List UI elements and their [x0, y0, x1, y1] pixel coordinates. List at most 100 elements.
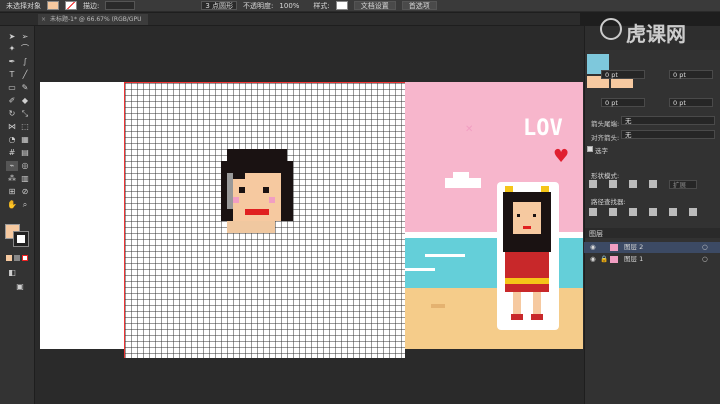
rotate-icon[interactable]: ↻: [6, 109, 18, 119]
style-swatch[interactable]: [335, 1, 348, 10]
arrowhead-dropdown[interactable]: 无: [621, 116, 715, 125]
hair: [221, 161, 293, 173]
screen-mode-icon[interactable]: ▣: [14, 282, 26, 292]
dash-field-3[interactable]: 0 pt: [601, 98, 645, 107]
opacity-value[interactable]: 100%: [279, 2, 299, 10]
select-label: 选字: [595, 147, 608, 155]
trim-icon[interactable]: [609, 208, 617, 216]
preferences-button[interactable]: 首选项: [401, 1, 437, 10]
character-mouth: [523, 226, 531, 229]
character-eye: [517, 214, 520, 217]
exclude-icon[interactable]: [649, 180, 657, 188]
artboard[interactable]: [40, 82, 125, 349]
paintbrush-icon[interactable]: ✎: [19, 83, 31, 93]
draw-mode-icon[interactable]: ◧: [6, 268, 18, 278]
dash-field-4[interactable]: 0 pt: [669, 98, 713, 107]
eye-icon[interactable]: ◉: [590, 242, 596, 253]
blend-icon[interactable]: ◎: [19, 161, 31, 171]
mesh-icon[interactable]: #: [6, 148, 18, 158]
brush-dropdown[interactable]: 3 点圆形: [201, 1, 238, 10]
wave: [425, 254, 465, 257]
eye-right: [263, 187, 269, 193]
cheek-right: [269, 197, 275, 203]
control-bar: 未选择对象 描边: 3 点圆形 不透明度: 100% 样式: 文档设置 首选项: [0, 0, 720, 12]
stroke-width-dropdown[interactable]: [105, 1, 136, 10]
pixel-grid[interactable]: [124, 82, 405, 358]
artboard-tool-icon[interactable]: ⊞: [6, 187, 18, 197]
shape-mode-label: 形状模式:: [591, 172, 620, 180]
pathfinder-label: 路径查找器:: [591, 198, 626, 206]
minus-front-icon[interactable]: [609, 180, 617, 188]
type-tool-icon[interactable]: T: [6, 70, 18, 80]
dash-field-1[interactable]: 0 pt: [601, 70, 645, 79]
scale-icon[interactable]: ⤡: [19, 109, 31, 119]
none-mode-icon[interactable]: [22, 255, 28, 261]
checkbox[interactable]: [587, 146, 593, 152]
shape-builder-icon[interactable]: ◔: [6, 135, 18, 145]
rectangle-tool-icon[interactable]: ▭: [6, 83, 18, 93]
color-mode-icon[interactable]: [6, 255, 12, 261]
eye-icon[interactable]: ◉: [590, 254, 596, 265]
expand-button[interactable]: 扩展: [669, 180, 697, 189]
eraser-icon[interactable]: ◆: [19, 96, 31, 106]
dash-field-2[interactable]: 0 pt: [669, 70, 713, 79]
slice-icon[interactable]: ⊘: [19, 187, 31, 197]
column-graph-icon[interactable]: ▥: [19, 174, 31, 184]
divide-icon[interactable]: [589, 208, 597, 216]
layer-name[interactable]: 图层 1: [624, 254, 643, 265]
direct-selection-icon[interactable]: ➢: [19, 32, 31, 42]
cloud: [453, 172, 469, 180]
selection-tool-icon[interactable]: ➤: [6, 32, 18, 42]
layer-name[interactable]: 图层 2: [624, 242, 643, 253]
lasso-icon[interactable]: ⌒: [19, 44, 31, 54]
eye-left: [239, 187, 245, 193]
pixel-scene[interactable]: ✕ LOV ♥: [405, 82, 583, 349]
wave: [405, 268, 435, 271]
unite-icon[interactable]: [589, 180, 597, 188]
gradient-icon[interactable]: ▤: [19, 148, 31, 158]
symbol-sprayer-icon[interactable]: ⁂: [6, 174, 18, 184]
outline-icon[interactable]: [669, 208, 677, 216]
brand-text: 虎课网: [626, 22, 686, 46]
mouth: [245, 209, 269, 215]
properties-panel: 0 pt 0 pt 0 pt 0 pt 箭头尾端: 无 对齐箭头: 无 选字 形…: [584, 26, 720, 404]
perspective-icon[interactable]: ▦: [19, 135, 31, 145]
minus-back-icon[interactable]: [689, 208, 697, 216]
free-transform-icon[interactable]: ⬚: [19, 122, 31, 132]
document-settings-button[interactable]: 文档设置: [353, 1, 396, 10]
target-icon[interactable]: ○: [702, 242, 708, 253]
merge-icon[interactable]: [629, 208, 637, 216]
intersect-icon[interactable]: [629, 180, 637, 188]
stroke-swatch[interactable]: [65, 1, 77, 10]
align-dropdown[interactable]: 无: [621, 130, 715, 139]
hand-tool-icon[interactable]: ✋: [6, 200, 18, 210]
document-tab[interactable]: × 未标题-1* @ 66.67% (RGB/GPU 预览): [38, 14, 148, 34]
target-icon[interactable]: ○: [702, 254, 708, 265]
layer-row-1[interactable]: ◉ 🔒 图层 1 ○: [584, 254, 720, 265]
love-text: LOV: [523, 116, 563, 141]
hair: [227, 149, 287, 161]
close-icon[interactable]: ×: [41, 14, 46, 25]
magic-wand-icon[interactable]: ✦: [6, 44, 18, 54]
zoom-tool-icon[interactable]: ⌕: [19, 200, 31, 210]
crop-icon[interactable]: [649, 208, 657, 216]
layers-tab-bar: 图层: [585, 228, 720, 238]
style-label: 样式:: [313, 1, 330, 10]
shaper-icon[interactable]: ✐: [6, 96, 18, 106]
character-leg: [533, 292, 541, 316]
layers-tab[interactable]: 图层: [589, 229, 603, 239]
gradient-mode-icon[interactable]: [14, 255, 20, 261]
layer-row-2[interactable]: ◉ 图层 2 ○: [584, 242, 720, 253]
line-tool-icon[interactable]: ╱: [19, 70, 31, 80]
eyedropper-icon[interactable]: ⌁: [6, 161, 18, 171]
hair: [281, 173, 293, 221]
dress-trim: [505, 278, 549, 284]
curvature-icon[interactable]: ∫: [19, 57, 31, 67]
sand-spot: [431, 304, 445, 308]
pen-tool-icon[interactable]: ✒: [6, 57, 18, 67]
lock-icon[interactable]: 🔒: [600, 254, 608, 265]
align-label: 对齐箭头:: [591, 134, 620, 142]
width-tool-icon[interactable]: ⋈: [6, 122, 18, 132]
stroke-color-box[interactable]: [13, 231, 29, 247]
fill-swatch[interactable]: [47, 1, 59, 10]
